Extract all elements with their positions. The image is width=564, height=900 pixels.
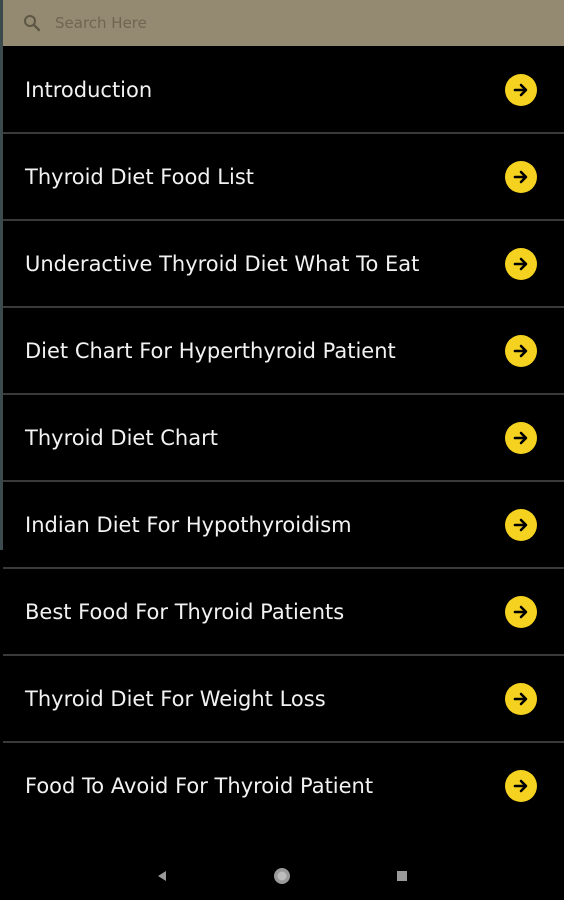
list-item[interactable]: Thyroid Diet Food List [3, 134, 564, 221]
list-item-label: Food To Avoid For Thyroid Patient [25, 773, 374, 798]
arrow-right-circle-icon[interactable] [505, 682, 537, 715]
search-bar [3, 0, 564, 46]
topic-list: Introduction Thyroid Diet Food List Unde… [3, 47, 564, 828]
list-item-label: Thyroid Diet For Weight Loss [25, 686, 326, 711]
list-item[interactable]: Indian Diet For Hypothyroidism [3, 482, 564, 569]
list-item[interactable]: Underactive Thyroid Diet What To Eat [3, 221, 564, 308]
arrow-right-circle-icon[interactable] [505, 73, 537, 106]
list-item[interactable]: Introduction [3, 47, 564, 134]
list-item-label: Indian Diet For Hypothyroidism [25, 512, 352, 537]
arrow-right-circle-icon[interactable] [505, 334, 537, 367]
arrow-right-circle-icon[interactable] [505, 595, 537, 628]
arrow-right-circle-icon[interactable] [505, 421, 537, 454]
list-item-label: Thyroid Diet Food List [25, 164, 255, 189]
list-item[interactable]: Food To Avoid For Thyroid Patient [3, 743, 564, 828]
home-icon[interactable] [270, 864, 294, 888]
list-item-label: Introduction [25, 77, 153, 102]
search-icon [21, 12, 43, 34]
arrow-right-circle-icon[interactable] [505, 508, 537, 541]
search-input[interactable] [55, 8, 564, 38]
list-item-label: Underactive Thyroid Diet What To Eat [25, 251, 420, 276]
recents-icon[interactable] [390, 864, 414, 888]
arrow-right-circle-icon[interactable] [505, 247, 537, 280]
list-item[interactable]: Thyroid Diet For Weight Loss [3, 656, 564, 743]
list-item-label: Thyroid Diet Chart [25, 425, 218, 450]
list-item[interactable]: Thyroid Diet Chart [3, 395, 564, 482]
arrow-right-circle-icon[interactable] [505, 160, 537, 193]
list-item[interactable]: Diet Chart For Hyperthyroid Patient [3, 308, 564, 395]
arrow-right-circle-icon[interactable] [505, 769, 537, 802]
list-item[interactable]: Best Food For Thyroid Patients [3, 569, 564, 656]
back-icon[interactable] [150, 864, 174, 888]
navigation-bar [0, 852, 564, 900]
list-item-label: Diet Chart For Hyperthyroid Patient [25, 338, 396, 363]
list-item-label: Best Food For Thyroid Patients [25, 599, 345, 624]
